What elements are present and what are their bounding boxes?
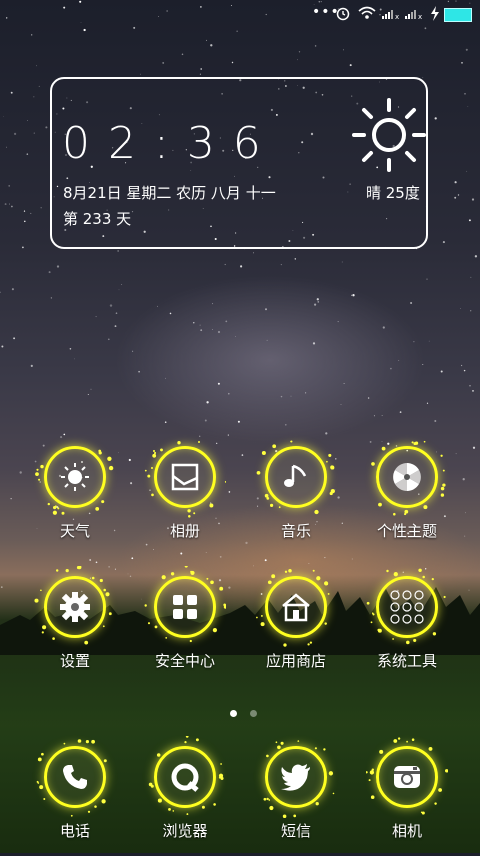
signal-icon: x [405,10,422,20]
app-label: 应用商店 [265,652,326,670]
app-label: 设置 [59,652,90,670]
weather-text: 晴 25度 [366,184,420,202]
app-settings[interactable]: 设置 [20,566,130,686]
dock-camera[interactable]: 相机 [352,737,462,856]
page-indicator [226,702,261,721]
app-label: 天气 [59,522,90,540]
page-dot[interactable] [250,710,258,717]
page-dot-active[interactable] [230,710,237,717]
app-store[interactable]: 应用商店 [241,569,351,686]
pinwheel-icon [376,446,438,508]
wifi-icon [358,6,376,19]
app-label: 浏览器 [162,822,208,840]
day-count: 第 233 天 [63,210,132,228]
dock-browser[interactable]: 浏览器 [130,736,240,856]
app-music[interactable]: 音乐 [241,440,351,556]
app-label: 短信 [280,822,311,840]
app-label: 相册 [169,522,200,540]
svg-text:x: x [418,13,422,20]
alarm-icon [336,7,350,21]
signal-icon: x [382,10,399,20]
dock-phone[interactable]: 电话 [20,739,130,856]
app-label: 相机 [391,822,422,840]
date-text: 8月21日 星期二 农历 八月 十一 [63,184,276,202]
charging-icon [431,6,439,21]
sun-icon [352,98,426,172]
sun-icon [44,446,106,508]
store-icon [265,576,327,638]
app-label: 安全中心 [154,652,215,670]
tools-icon [376,576,438,638]
app-label: 个性主题 [376,522,437,540]
app-system-tools[interactable]: 系统工具 [352,568,462,686]
app-weather[interactable]: 天气 [20,446,130,556]
app-label: 系统工具 [376,652,437,670]
bird-icon [265,746,327,808]
clock-time[interactable]: 02:36 [62,118,279,169]
status-bar: ••• x x [0,0,480,28]
app-gallery[interactable]: 相册 [130,441,240,556]
camera-icon [376,746,438,808]
photo-icon [154,446,216,508]
battery-icon [444,8,472,22]
app-label: 音乐 [280,522,311,540]
dock-messages[interactable]: 短信 [241,740,351,856]
gear-icon [44,576,106,638]
browser-icon [154,746,216,808]
app-themes[interactable]: 个性主题 [352,440,462,556]
grid-icon [154,576,216,638]
app-label: 电话 [59,822,90,840]
svg-text:x: x [395,13,399,20]
phone-icon [44,746,106,808]
music-note-icon [265,446,327,508]
app-security-center[interactable]: 安全中心 [130,566,240,686]
